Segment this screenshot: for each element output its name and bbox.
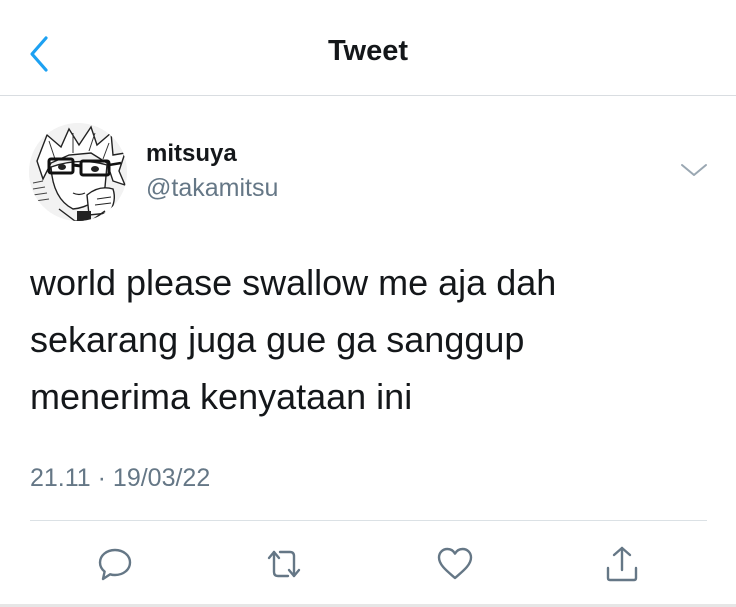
- retweet-icon: [267, 550, 301, 578]
- reply-icon: [98, 548, 132, 581]
- share-button[interactable]: [600, 542, 644, 586]
- page-title: Tweet: [327, 35, 409, 67]
- retweet-button[interactable]: [262, 542, 306, 586]
- author-display-name[interactable]: mitsuya: [146, 140, 237, 168]
- tweet-timestamp: 21.11 · 19/03/22: [30, 464, 211, 492]
- share-icon: [606, 546, 638, 582]
- avatar[interactable]: [29, 123, 127, 221]
- author-handle: @takamitsu: [146, 174, 279, 202]
- tweet-text-line: menerima kenyataan ini: [30, 376, 413, 417]
- tweet-text-line: sekarang juga gue ga sanggup: [30, 319, 525, 360]
- reply-button[interactable]: [93, 542, 137, 586]
- tweet-text-line: world please swallow me aja dah: [30, 262, 557, 303]
- tweet-text: world please swallow me aja dah sekarang…: [30, 254, 700, 425]
- like-button[interactable]: [433, 542, 477, 586]
- chevron-down-icon: [681, 164, 707, 176]
- navigation-bar: Tweet: [0, 0, 736, 96]
- manga-avatar-image: [29, 123, 127, 221]
- more-options-button[interactable]: [678, 158, 710, 182]
- divider: [30, 520, 707, 521]
- like-icon: [437, 547, 473, 580]
